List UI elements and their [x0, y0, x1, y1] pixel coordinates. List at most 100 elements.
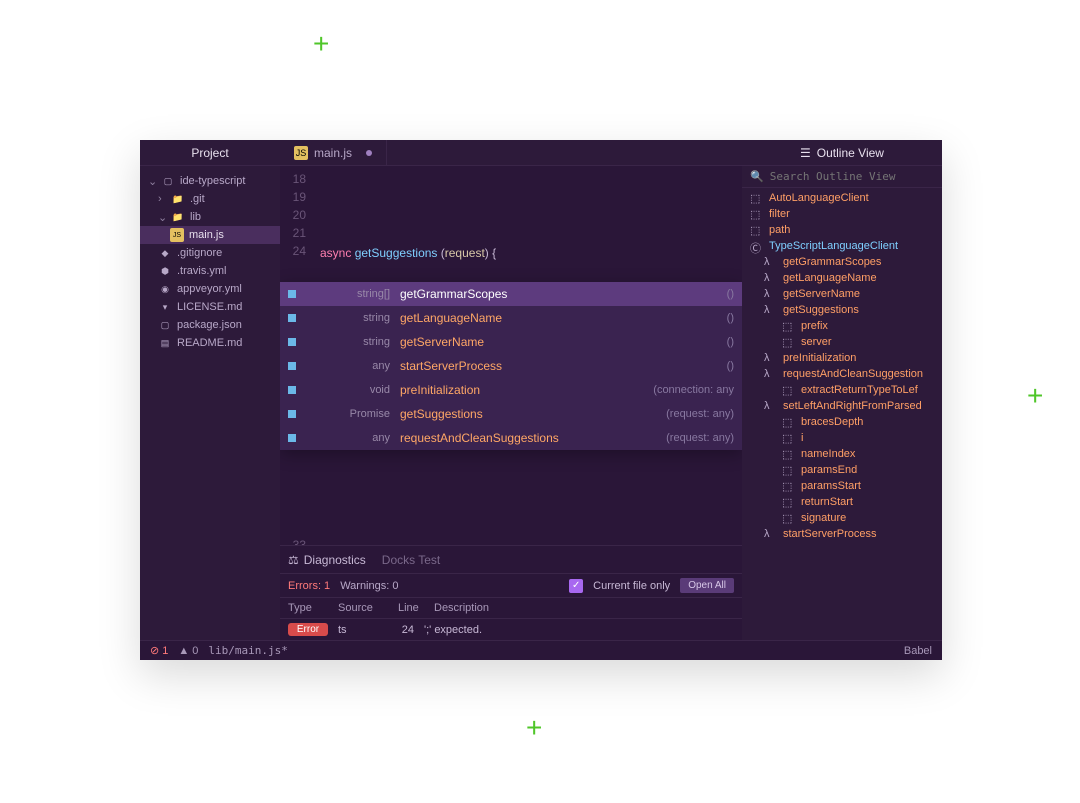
tree-folder-git[interactable]: › 📁 .git	[140, 190, 280, 208]
tree-folder-lib[interactable]: ⌄ 📁 lib	[140, 208, 280, 226]
variable-icon: ⬚	[750, 224, 764, 236]
tree-file-main-js[interactable]: JS main.js	[140, 226, 280, 244]
list-icon: ☰	[800, 146, 811, 160]
checkbox-current-file[interactable]: ✓	[569, 579, 583, 593]
ac-type: string	[306, 312, 390, 324]
tree-root[interactable]: ⌄ ▢ ide-typescript	[140, 172, 280, 190]
error-badge: Error	[288, 623, 328, 636]
modified-dot-icon	[366, 150, 372, 156]
ac-name: getGrammarScopes	[400, 287, 717, 301]
outline-item[interactable]: λrequestAndCleanSuggestion	[742, 366, 942, 382]
status-language[interactable]: Babel	[904, 645, 932, 657]
outline-item[interactable]: λgetSuggestions	[742, 302, 942, 318]
warnings-count: Warnings: 0	[340, 580, 398, 592]
outline-item[interactable]: ⒸTypeScriptLanguageClient	[742, 238, 942, 254]
ac-signature: ()	[727, 360, 734, 372]
tree-file-appveyor[interactable]: ◉ appveyor.yml	[140, 280, 280, 298]
editor-pane[interactable]: 181920212433343536 async getSuggestions …	[280, 166, 742, 640]
outline-item[interactable]: ⬚filter	[742, 206, 942, 222]
outline-label: filter	[769, 208, 790, 220]
tree-file-travis[interactable]: ⬢ .travis.yml	[140, 262, 280, 280]
outline-search-input[interactable]	[770, 170, 934, 183]
tree-file-gitignore[interactable]: ◆ .gitignore	[140, 244, 280, 262]
ac-signature: (connection: any	[653, 384, 734, 396]
ac-signature: (request: any)	[666, 408, 734, 420]
col-description: Description	[434, 602, 489, 614]
outline-item[interactable]: ⬚ signature	[742, 510, 942, 526]
outline-item[interactable]: λpreInitialization	[742, 350, 942, 366]
tab-diagnostics[interactable]: ⚖ Diagnostics	[288, 553, 366, 567]
tab-label: main.js	[314, 146, 352, 160]
outline-item[interactable]: ⬚path	[742, 222, 942, 238]
autocomplete-popup: string[]getGrammarScopes()stringgetLangu…	[280, 282, 742, 450]
autocomplete-item[interactable]: string[]getGrammarScopes()	[280, 282, 742, 306]
autocomplete-item[interactable]: PromisegetSuggestions(request: any)	[280, 402, 742, 426]
outline-label: requestAndCleanSuggestion	[783, 368, 923, 380]
col-type: Type	[288, 602, 338, 614]
tree-file-license[interactable]: ▾ LICENSE.md	[140, 298, 280, 316]
autocomplete-item[interactable]: voidpreInitialization(connection: any	[280, 378, 742, 402]
autocomplete-item[interactable]: stringgetServerName()	[280, 330, 742, 354]
outline-item[interactable]: ⬚AutoLanguageClient	[742, 190, 942, 206]
outline-item[interactable]: ⬚prefix	[742, 318, 942, 334]
variable-icon: ⬚	[782, 512, 796, 524]
outline-item[interactable]: ⬚paramsStart	[742, 478, 942, 494]
tab-main-js[interactable]: JS main.js	[280, 140, 387, 165]
autocomplete-item[interactable]: stringgetLanguageName()	[280, 306, 742, 330]
outline-item[interactable]: λsetLeftAndRightFromParsed	[742, 398, 942, 414]
variable-icon: ⬚	[782, 384, 796, 396]
outline-item[interactable]: ⬚paramsEnd	[742, 462, 942, 478]
outline-label: signature	[801, 512, 846, 524]
variable-icon: ⬚	[782, 320, 796, 332]
method-icon	[288, 410, 296, 418]
variable-icon: ⬚	[782, 416, 796, 428]
repo-icon: ▢	[161, 174, 175, 188]
autocomplete-item[interactable]: anyrequestAndCleanSuggestions(request: a…	[280, 426, 742, 450]
open-all-button[interactable]: Open All	[680, 578, 734, 593]
outline-item[interactable]: λgetLanguageName	[742, 270, 942, 286]
outline-label: i	[801, 432, 803, 444]
outline-item[interactable]: ⬚i	[742, 430, 942, 446]
outline-item[interactable]: ⬚ extractReturnTypeToLef	[742, 382, 942, 398]
current-file-label: Current file only	[593, 580, 670, 592]
outline-label: extractReturnTypeToLef	[801, 384, 918, 396]
outline-item[interactable]: ⬚returnStart	[742, 494, 942, 510]
method-icon	[288, 362, 296, 370]
status-path[interactable]: lib/main.js*	[208, 644, 287, 657]
outline-item[interactable]: ⬚server	[742, 334, 942, 350]
ac-name: requestAndCleanSuggestions	[400, 431, 656, 445]
autocomplete-item[interactable]: anystartServerProcess()	[280, 354, 742, 378]
tree-file-package[interactable]: ▢ package.json	[140, 316, 280, 334]
status-errors[interactable]: ⊘ 1	[150, 644, 168, 657]
method-icon: λ	[764, 288, 778, 300]
outline-item[interactable]: λstartServerProcess	[742, 526, 942, 542]
git-icon: ◆	[158, 246, 172, 260]
outline-label: getServerName	[783, 288, 860, 300]
line-number: 33	[280, 536, 306, 545]
tree-file-readme[interactable]: ▤ README.md	[140, 334, 280, 352]
outline-label: AutoLanguageClient	[769, 192, 869, 204]
method-icon	[288, 290, 296, 298]
folder-icon: 📁	[171, 192, 185, 206]
diagnostic-row[interactable]: Error ts 24 ';' expected.	[280, 619, 742, 640]
method-icon: λ	[764, 256, 778, 268]
outline-item[interactable]: λgetGrammarScopes	[742, 254, 942, 270]
variable-icon: ⬚	[782, 432, 796, 444]
outline-label: getSuggestions	[783, 304, 859, 316]
js-file-icon: JS	[170, 228, 184, 242]
outline-item[interactable]: ⬚nameIndex	[742, 446, 942, 462]
chevron-right-icon: ›	[158, 193, 166, 205]
variable-icon: ⬚	[782, 480, 796, 492]
method-icon: λ	[764, 528, 778, 540]
appveyor-icon: ◉	[158, 282, 172, 296]
travis-icon: ⬢	[158, 264, 172, 278]
line-number: 20	[280, 206, 306, 224]
outline-search: 🔍	[742, 166, 942, 188]
outline-item[interactable]: λ getServerName	[742, 286, 942, 302]
outline-label: bracesDepth	[801, 416, 863, 428]
diagnostics-icon: ⚖	[288, 553, 299, 567]
status-warnings[interactable]: ▲ 0	[178, 645, 198, 657]
outline-item[interactable]: ⬚ bracesDepth	[742, 414, 942, 430]
json-icon: ▢	[158, 318, 172, 332]
tab-docks-test[interactable]: Docks Test	[382, 553, 440, 567]
